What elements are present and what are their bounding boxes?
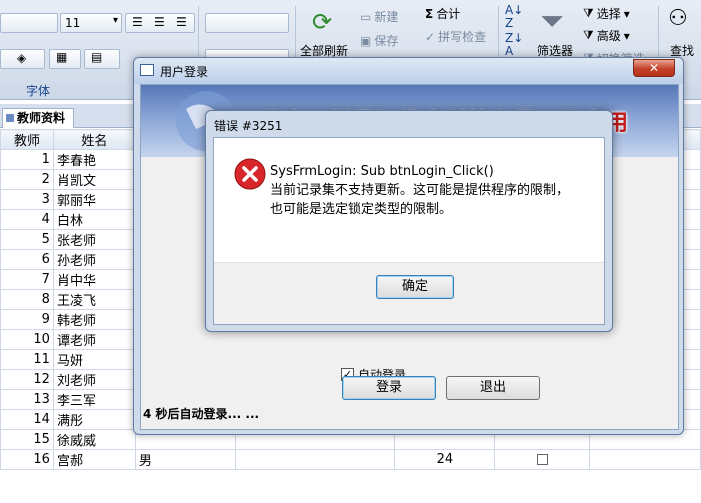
selection-button[interactable]: ⧩ 选择 ▾: [583, 5, 630, 22]
cell-id[interactable]: 5: [0, 229, 54, 250]
table-icon: ▤: [91, 50, 103, 64]
cell-id[interactable]: 2: [0, 169, 54, 190]
spell-check-icon: ✓: [425, 29, 436, 44]
cell-id[interactable]: 4: [0, 209, 54, 230]
login-title: 用户登录: [160, 65, 209, 79]
font-name-dropdown[interactable]: [0, 13, 58, 33]
cell-id[interactable]: 15: [0, 429, 54, 450]
cell-name[interactable]: 马妍: [52, 349, 136, 370]
column-header-id[interactable]: 教师: [0, 129, 54, 150]
cell-id[interactable]: 11: [0, 349, 54, 370]
ok-button[interactable]: 确定: [376, 275, 454, 299]
cell-id[interactable]: 13: [0, 389, 54, 410]
gridlines-button[interactable]: ▦: [49, 49, 81, 69]
cell-name[interactable]: 韩老师: [52, 309, 136, 330]
align-right-icon: ☰: [176, 15, 187, 29]
cell-name[interactable]: 李三军: [52, 389, 136, 410]
error-title: 错误 #3251: [214, 119, 283, 133]
cell-name[interactable]: 满彤: [52, 409, 136, 430]
column-header-name[interactable]: 姓名: [52, 129, 136, 150]
cell-name[interactable]: 李春艳: [52, 149, 136, 170]
cell-sex[interactable]: 男: [134, 449, 236, 470]
cell-id[interactable]: 7: [0, 269, 54, 290]
cell-id[interactable]: 8: [0, 289, 54, 310]
chevron-down-icon: ▾: [112, 15, 118, 26]
exit-button[interactable]: 退出: [446, 376, 540, 400]
cell-check[interactable]: [494, 449, 591, 470]
cell-name[interactable]: 郭丽华: [52, 189, 136, 210]
cell-name[interactable]: 刘老师: [52, 369, 136, 390]
error-footer: 确定: [214, 262, 604, 324]
login-button[interactable]: 登录: [342, 376, 436, 400]
cell-name[interactable]: 徐威威: [52, 429, 136, 450]
cell-name[interactable]: 白林: [52, 209, 136, 230]
cell-name[interactable]: 肖中华: [52, 269, 136, 290]
chevron-down-icon: ▾: [623, 6, 630, 21]
login-title-bar: 用户登录 ✕: [134, 58, 683, 84]
font-group-label: 字体: [26, 84, 51, 98]
close-icon: ✕: [648, 61, 660, 75]
cell-age[interactable]: 24: [394, 449, 496, 470]
error-dialog: 错误 #3251 SysFrmLogin: Sub btnLogin_Click…: [205, 110, 613, 332]
countdown-text: 4 秒后自动登录... ...: [143, 407, 260, 421]
sort-descending-icon[interactable]: Z↓ A: [505, 32, 523, 58]
selection-icon: ⧩: [583, 6, 594, 20]
table-row[interactable]: 16 宫郝男 24: [0, 449, 701, 470]
cell-id[interactable]: 9: [0, 309, 54, 330]
align-left-icon: ☰: [132, 15, 143, 29]
close-button[interactable]: ✕: [633, 59, 675, 77]
save-record-button[interactable]: ▣ 保存: [360, 32, 398, 49]
new-record-icon: ▭: [360, 9, 372, 24]
cell-id[interactable]: 1: [0, 149, 54, 170]
row-color-button[interactable]: ▤: [84, 49, 120, 69]
advanced-filter-icon: ⧩: [583, 28, 594, 42]
cell-id[interactable]: 14: [0, 409, 54, 430]
cell-name[interactable]: 孙老师: [52, 249, 136, 270]
cell-id[interactable]: 16: [0, 449, 54, 470]
advanced-button[interactable]: ⧩ 高级 ▾: [583, 27, 630, 44]
paragraph-align-buttons[interactable]: ☰ ☰ ☰: [125, 13, 195, 33]
chevron-down-icon: ▾: [623, 28, 630, 43]
indent-buttons[interactable]: [205, 13, 289, 33]
new-record-button[interactable]: ▭ 新建: [360, 8, 398, 25]
sigma-icon: Σ: [425, 6, 434, 21]
cell-name[interactable]: 宫郝: [52, 449, 136, 470]
save-icon: ▣: [360, 33, 372, 48]
cell-rest[interactable]: [589, 449, 701, 470]
grid-icon: ▦: [56, 50, 68, 64]
error-icon: [234, 158, 266, 190]
sort-ascending-icon[interactable]: A↓ Z: [505, 4, 523, 30]
refresh-icon[interactable]: ⟳: [312, 8, 332, 36]
spell-check-button[interactable]: ✓ 拼写检查: [425, 28, 486, 45]
cell-id[interactable]: 10: [0, 329, 54, 350]
font-size-dropdown[interactable]: 11 ▾: [60, 13, 122, 33]
binoculars-icon[interactable]: ⚇: [668, 6, 688, 31]
cell-name[interactable]: 肖凯文: [52, 169, 136, 190]
cell-id[interactable]: 3: [0, 189, 54, 210]
form-icon: [140, 64, 154, 76]
cell-name[interactable]: 张老师: [52, 229, 136, 250]
cell-id[interactable]: 12: [0, 369, 54, 390]
align-center-icon: ☰: [154, 15, 165, 29]
tab-teacher-info[interactable]: 教师资料: [2, 108, 75, 128]
paint-bucket-icon: ◈: [17, 51, 27, 65]
cell-name[interactable]: 王凌飞: [52, 289, 136, 310]
cell-name[interactable]: 谭老师: [52, 329, 136, 350]
fill-color-button[interactable]: ◈: [0, 49, 45, 69]
error-message-line-2: 当前记录集不支持更新。这可能是提供程序的限制，: [270, 183, 570, 198]
error-message-line-3: 也可能是选定锁定类型的限制。: [270, 202, 453, 217]
cell-id[interactable]: 6: [0, 249, 54, 270]
error-message: SysFrmLogin: Sub btnLogin_Click() 当前记录集不…: [270, 162, 569, 219]
error-message-line-1: SysFrmLogin: Sub btnLogin_Click(): [270, 164, 494, 179]
error-content: SysFrmLogin: Sub btnLogin_Click() 当前记录集不…: [213, 137, 605, 325]
cell-blank[interactable]: [234, 449, 396, 470]
funnel-icon[interactable]: ⏷: [540, 4, 564, 39]
totals-button[interactable]: Σ 合计: [425, 5, 460, 22]
table-icon: [6, 114, 14, 122]
checkbox[interactable]: [536, 454, 548, 465]
